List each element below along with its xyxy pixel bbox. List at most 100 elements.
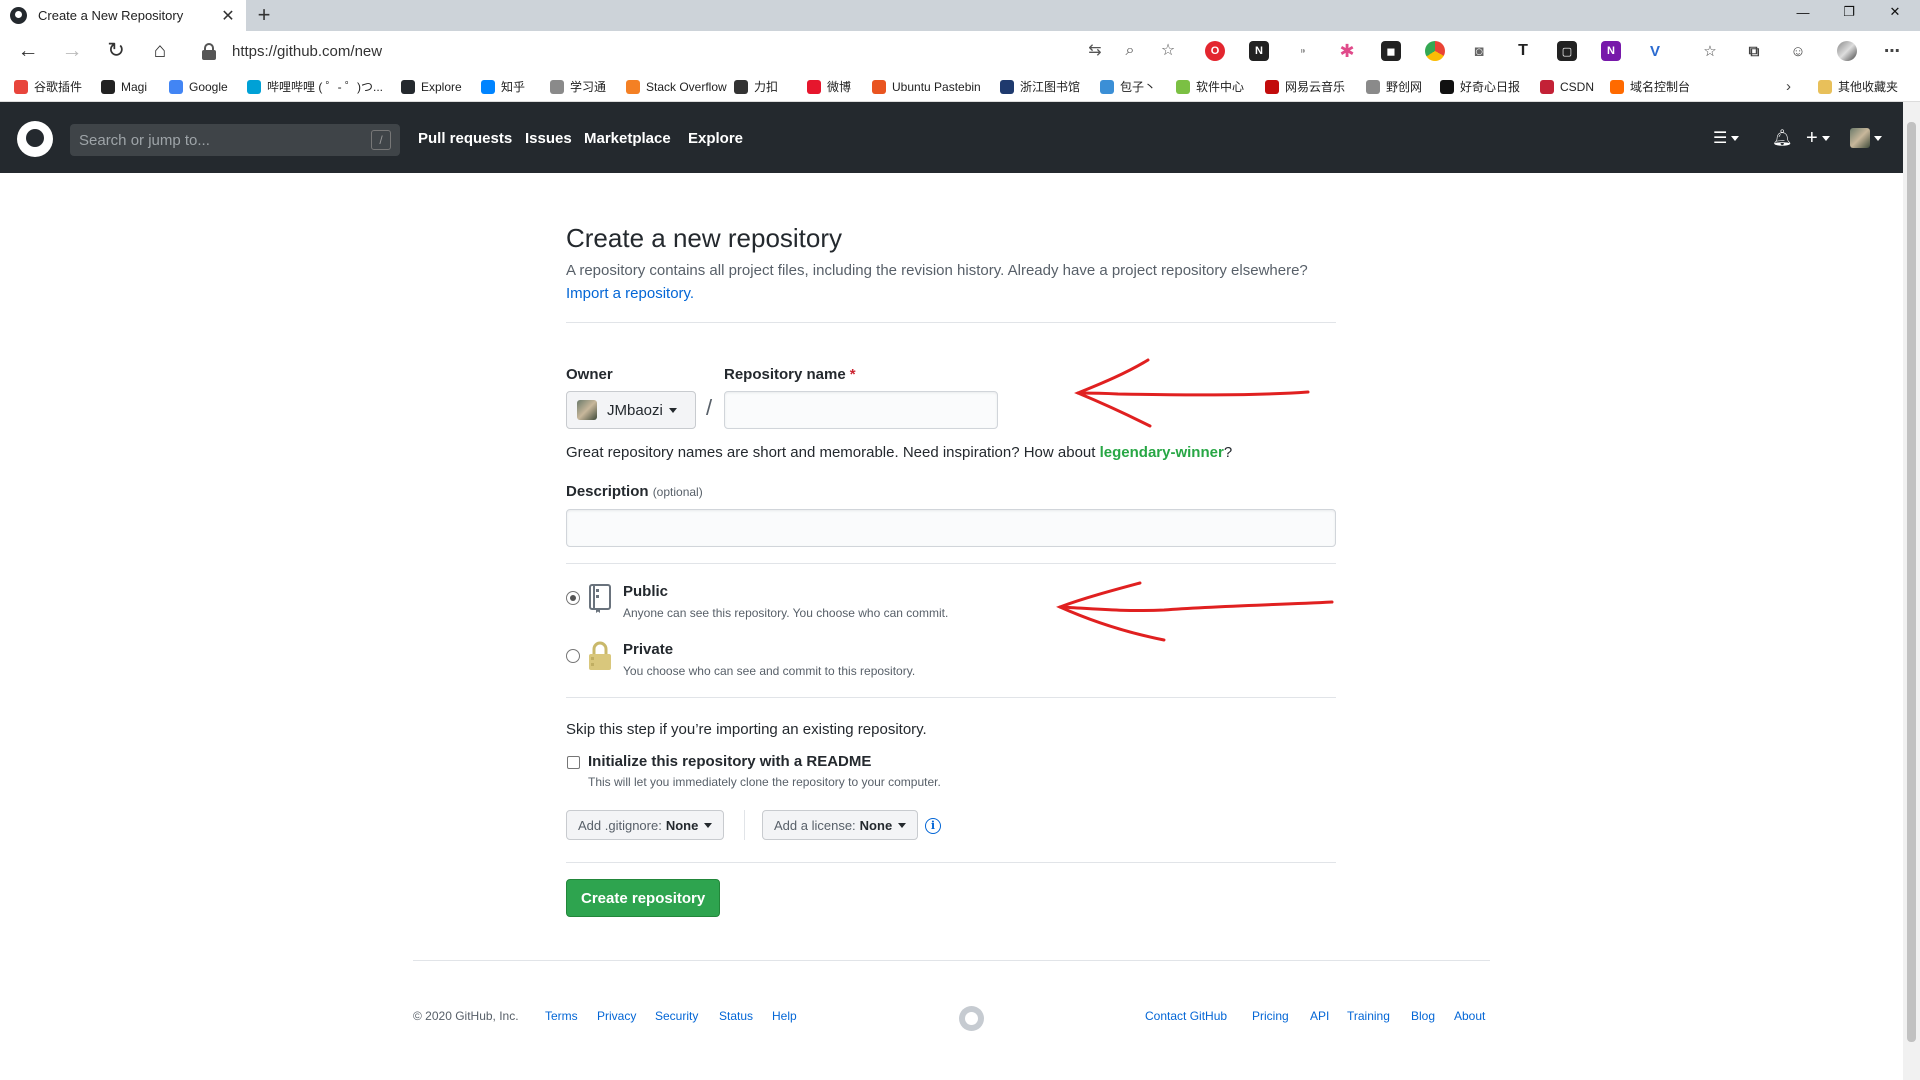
search-box[interactable]: / bbox=[70, 124, 400, 156]
github-footer-logo-icon[interactable] bbox=[959, 1006, 984, 1031]
create-repository-button[interactable]: Create repository bbox=[566, 879, 721, 917]
page-scrollbar[interactable] bbox=[1903, 102, 1920, 1080]
owner-select-button[interactable]: JMbaozi bbox=[566, 391, 696, 429]
license-select-button[interactable]: Add a license: None bbox=[762, 810, 919, 840]
gitignore-select-button[interactable]: Add .gitignore: None bbox=[566, 810, 725, 840]
feedback-icon[interactable]: ☺ bbox=[1788, 41, 1808, 61]
bookmark-item[interactable]: 哔哩哔哩 ( ゜- ゜)つ... bbox=[247, 78, 383, 95]
create-new-plus-icon[interactable]: + bbox=[1806, 126, 1830, 150]
readme-option-note: This will let you immediately clone the … bbox=[588, 775, 941, 789]
footer-link-security[interactable]: Security bbox=[655, 1009, 698, 1023]
profile-avatar-icon[interactable] bbox=[1837, 41, 1857, 61]
bookmark-item[interactable]: Stack Overflow bbox=[626, 78, 727, 95]
footer-link-privacy[interactable]: Privacy bbox=[597, 1009, 636, 1023]
notion-extension-icon[interactable]: N bbox=[1249, 41, 1269, 61]
bookmark-item[interactable]: 软件中心 bbox=[1176, 78, 1244, 95]
footer-link-pricing[interactable]: Pricing bbox=[1252, 1009, 1289, 1023]
github-logo-icon[interactable] bbox=[17, 121, 53, 157]
bookmark-item[interactable]: 包子丶 bbox=[1100, 78, 1156, 95]
bookmark-item[interactable]: 知乎 bbox=[481, 78, 525, 95]
bookmark-label: Ubuntu Pastebin bbox=[892, 79, 981, 94]
forward-icon[interactable]: → bbox=[58, 38, 86, 64]
bookmark-favicon-icon bbox=[1265, 79, 1279, 94]
asterisk-extension-icon[interactable]: ✱ bbox=[1337, 41, 1357, 61]
scrollbar-thumb[interactable] bbox=[1907, 122, 1916, 1042]
bookmark-item[interactable]: 浙江图书馆 bbox=[1000, 78, 1080, 95]
visibility-public-radio[interactable] bbox=[566, 591, 580, 605]
footer-link-contact[interactable]: Contact GitHub bbox=[1145, 1009, 1227, 1023]
browser-tab-active[interactable]: Create a New Repository ✕ bbox=[0, 0, 246, 31]
footer-link-help[interactable]: Help bbox=[772, 1009, 797, 1023]
nav-marketplace[interactable]: Marketplace bbox=[584, 130, 671, 147]
home-icon[interactable]: ⌂ bbox=[146, 38, 174, 64]
user-avatar-menu[interactable] bbox=[1850, 126, 1882, 150]
search-shortcut-key: / bbox=[371, 130, 391, 150]
name-suggestion-link[interactable]: legendary-winner bbox=[1100, 444, 1224, 461]
opera-extension-icon[interactable]: O bbox=[1205, 41, 1225, 61]
private-option-title[interactable]: Private bbox=[623, 641, 673, 658]
other-bookmarks-folder[interactable]: 其他收藏夹 bbox=[1818, 78, 1898, 95]
bookmark-item[interactable]: Magi bbox=[101, 78, 147, 95]
bookmark-item[interactable]: 力扣 bbox=[734, 78, 778, 95]
text-extension-icon[interactable]: T bbox=[1513, 41, 1533, 61]
bookmark-favicon-icon bbox=[1100, 79, 1114, 94]
translate-icon[interactable]: ⇆ bbox=[1083, 39, 1107, 63]
nav-pull-requests[interactable]: Pull requests bbox=[418, 130, 512, 147]
favorite-star-icon[interactable]: ☆ bbox=[1156, 39, 1180, 63]
v-extension-icon[interactable]: V bbox=[1645, 41, 1665, 61]
footer-link-about[interactable]: About bbox=[1454, 1009, 1485, 1023]
readme-checkbox[interactable] bbox=[567, 756, 580, 769]
reload-icon[interactable]: ↻ bbox=[102, 38, 130, 64]
zoom-icon[interactable]: ⌕ bbox=[1118, 39, 1142, 63]
notifications-bell-icon[interactable]: 🔔︎ bbox=[1772, 126, 1792, 150]
more-menu-icon[interactable]: ⋯ bbox=[1882, 41, 1902, 61]
subtitle-text: A repository contains all project files,… bbox=[566, 262, 1308, 279]
bookmark-item[interactable]: 域名控制台 bbox=[1610, 78, 1690, 95]
pin-extension-icon[interactable]: ⁍ bbox=[1293, 41, 1313, 61]
footer-link-api[interactable]: API bbox=[1310, 1009, 1329, 1023]
bookmark-item[interactable]: 学习通 bbox=[550, 78, 606, 95]
bookmark-item[interactable]: Ubuntu Pastebin bbox=[872, 78, 981, 95]
footer-link-terms[interactable]: Terms bbox=[545, 1009, 578, 1023]
license-info-icon[interactable]: i bbox=[925, 818, 941, 834]
search-input[interactable] bbox=[79, 131, 371, 149]
address-bar[interactable]: https://github.com/new bbox=[190, 36, 1120, 66]
bookmark-item[interactable]: 好奇心日报 bbox=[1440, 78, 1520, 95]
bookmark-item[interactable]: Explore bbox=[401, 78, 462, 95]
readme-option-label[interactable]: Initialize this repository with a README bbox=[588, 753, 871, 770]
visibility-private-radio[interactable] bbox=[566, 649, 580, 663]
bookmark-item[interactable]: 谷歌插件 bbox=[14, 78, 82, 95]
collections-icon[interactable]: ⧉ bbox=[1744, 41, 1764, 61]
footer-link-status[interactable]: Status bbox=[719, 1009, 753, 1023]
camera-extension-icon[interactable]: ◙ bbox=[1469, 41, 1489, 61]
chrome-extension-icon[interactable] bbox=[1425, 41, 1445, 61]
minimize-window-icon[interactable]: — bbox=[1780, 0, 1826, 24]
bookmark-item[interactable]: 微博 bbox=[807, 78, 851, 95]
nav-explore[interactable]: Explore bbox=[688, 130, 743, 147]
description-input[interactable] bbox=[566, 509, 1336, 547]
bookmark-label: 微博 bbox=[827, 80, 852, 94]
bag-extension-icon[interactable]: ◼ bbox=[1381, 41, 1401, 61]
chevron-down-icon bbox=[668, 407, 677, 413]
favorites-icon[interactable]: ☆ bbox=[1700, 41, 1720, 61]
repository-name-input[interactable] bbox=[724, 391, 998, 429]
back-icon[interactable]: ← bbox=[14, 38, 42, 64]
bookmark-item[interactable]: 野创网 bbox=[1366, 78, 1422, 95]
close-window-icon[interactable]: ✕ bbox=[1872, 0, 1918, 24]
onenote-extension-icon[interactable]: N bbox=[1601, 41, 1621, 61]
nav-issues[interactable]: Issues bbox=[525, 130, 572, 147]
square-extension-icon[interactable]: ▢ bbox=[1557, 41, 1577, 61]
close-tab-icon[interactable]: ✕ bbox=[220, 6, 236, 26]
divider bbox=[566, 862, 1336, 863]
import-repository-link[interactable]: Import a repository. bbox=[566, 285, 694, 302]
bookmarks-overflow-chevron-icon[interactable]: › bbox=[1786, 78, 1791, 95]
bookmark-item[interactable]: CSDN bbox=[1540, 78, 1594, 95]
public-option-title[interactable]: Public bbox=[623, 583, 668, 600]
bookmark-item[interactable]: Google bbox=[169, 78, 228, 95]
bookmark-item[interactable]: 网易云音乐 bbox=[1265, 78, 1345, 95]
restore-window-icon[interactable]: ❐ bbox=[1826, 0, 1872, 24]
footer-link-training[interactable]: Training bbox=[1347, 1009, 1390, 1023]
hamburger-menu-icon[interactable]: ☰ bbox=[1713, 126, 1740, 150]
new-tab-icon[interactable]: + bbox=[252, 3, 276, 27]
footer-link-blog[interactable]: Blog bbox=[1411, 1009, 1435, 1023]
